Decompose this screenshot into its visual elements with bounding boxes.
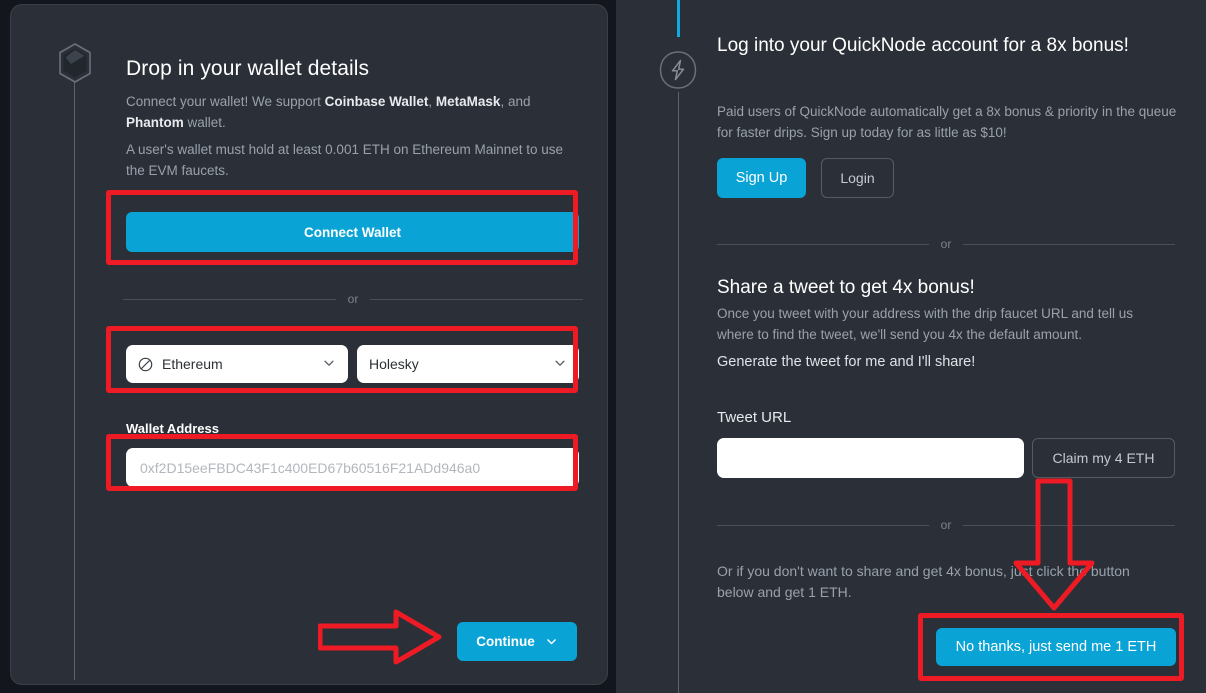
divider-line-right (963, 524, 1176, 526)
wallet-details-card: Drop in your wallet details Connect your… (10, 4, 608, 685)
connect-wallet-button[interactable]: Connect Wallet (126, 212, 579, 252)
no-thanks-button[interactable]: No thanks, just send me 1 ETH (936, 628, 1176, 666)
intro-mid1: , (428, 94, 436, 109)
quicknode-bonus-panel: Log into your QuickNode account for a 8x… (616, 0, 1206, 693)
chevron-down-icon (553, 356, 567, 373)
quicknode-title: Log into your QuickNode account for a 8x… (717, 35, 1129, 56)
generate-tweet-link[interactable]: Generate the tweet for me and I'll share… (717, 351, 1177, 373)
lightning-bolt-hex-icon (656, 48, 700, 92)
tweet-url-label: Tweet URL (717, 409, 792, 426)
intro-pre: Connect your wallet! We support (126, 94, 325, 109)
no-entry-circle-icon (138, 357, 153, 372)
wallet-address-input[interactable] (126, 448, 579, 487)
divider-line-left (123, 298, 336, 300)
chevron-down-icon (545, 635, 558, 648)
or-divider-left: or (123, 292, 584, 306)
wallet-hex-icon (53, 41, 97, 85)
divider-line-left (717, 243, 929, 245)
network-select-value: Holesky (369, 356, 419, 372)
tweet-url-field-wrap (717, 438, 1024, 478)
wallet-address-field-wrap (126, 448, 579, 487)
or-label: or (940, 518, 952, 532)
sign-up-button[interactable]: Sign Up (717, 158, 806, 198)
wallet-address-label: Wallet Address (126, 421, 219, 436)
or-label: or (940, 237, 952, 251)
network-select[interactable]: Holesky (357, 345, 579, 383)
chain-select-value: Ethereum (162, 356, 223, 372)
intro-mid2: , and (500, 94, 531, 109)
divider-line-right (370, 298, 584, 300)
login-button[interactable]: Login (821, 158, 894, 198)
wallet-metamask: MetaMask (435, 94, 501, 109)
no-share-text: Or if you don't want to share and get 4x… (717, 563, 1130, 600)
intro-post: wallet. (183, 115, 226, 130)
wallet-requirement-text: A user's wallet must hold at least 0.001… (126, 142, 564, 178)
divider-line-right (963, 243, 1176, 245)
claim-eth-button[interactable]: Claim my 4 ETH (1032, 438, 1175, 478)
tweet-bonus-subtitle: Once you tweet with your address with th… (717, 306, 1133, 342)
continue-label: Continue (476, 634, 535, 649)
wallet-phantom: Phantom (126, 115, 184, 130)
or-divider-right-1: or (717, 237, 1176, 251)
chain-select[interactable]: Ethereum (126, 345, 348, 383)
or-label: or (347, 292, 359, 306)
faucet-page: Drop in your wallet details Connect your… (0, 0, 1206, 693)
timeline-rail-accent (677, 0, 680, 37)
page-title: Drop in your wallet details (126, 57, 370, 80)
quicknode-subtitle: Paid users of QuickNode automatically ge… (717, 104, 1177, 140)
timeline-rail-left (74, 65, 75, 680)
continue-button[interactable]: Continue (457, 622, 577, 661)
timeline-rail-right (678, 92, 679, 693)
tweet-bonus-title: Share a tweet to get 4x bonus! (717, 277, 975, 298)
wallet-support-text: Connect your wallet! We support Coinbase… (126, 91, 578, 133)
tweet-url-input[interactable] (717, 438, 1024, 478)
chevron-down-icon (322, 356, 336, 373)
divider-line-left (717, 524, 929, 526)
or-divider-right-2: or (717, 518, 1176, 532)
wallet-coinbase: Coinbase Wallet (324, 94, 429, 109)
